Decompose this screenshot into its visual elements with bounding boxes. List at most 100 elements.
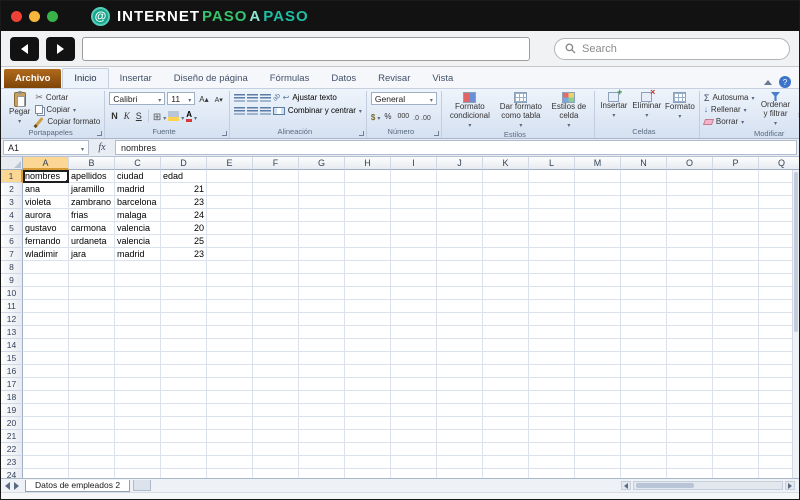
cell-O11[interactable]: [667, 300, 713, 313]
cell-J23[interactable]: [437, 456, 483, 469]
cell-I24[interactable]: [391, 469, 437, 478]
cell-A24[interactable]: [23, 469, 69, 478]
cell-F21[interactable]: [253, 430, 299, 443]
cell-B17[interactable]: [69, 378, 115, 391]
cell-L8[interactable]: [529, 261, 575, 274]
row-header-12[interactable]: 12: [1, 313, 23, 326]
cell-K17[interactable]: [483, 378, 529, 391]
cell-D9[interactable]: [161, 274, 207, 287]
cell-M9[interactable]: [575, 274, 621, 287]
cell-O14[interactable]: [667, 339, 713, 352]
cell-L1[interactable]: [529, 170, 575, 183]
cell-F6[interactable]: [253, 235, 299, 248]
cell-H12[interactable]: [345, 313, 391, 326]
cell-O4[interactable]: [667, 209, 713, 222]
cell-A4[interactable]: aurora: [23, 209, 69, 222]
cell-O10[interactable]: [667, 287, 713, 300]
column-header-J[interactable]: J: [437, 157, 483, 170]
cell-C12[interactable]: [115, 313, 161, 326]
next-sheet-icon[interactable]: [14, 481, 19, 490]
cell-P2[interactable]: [713, 183, 759, 196]
cell-C8[interactable]: [115, 261, 161, 274]
percent-format-button[interactable]: %: [382, 112, 393, 121]
cell-B20[interactable]: [69, 417, 115, 430]
cell-J21[interactable]: [437, 430, 483, 443]
cell-D13[interactable]: [161, 326, 207, 339]
cell-C6[interactable]: valencia: [115, 235, 161, 248]
cell-O8[interactable]: [667, 261, 713, 274]
help-icon[interactable]: [779, 76, 791, 88]
cell-A21[interactable]: [23, 430, 69, 443]
cell-L21[interactable]: [529, 430, 575, 443]
cell-A12[interactable]: [23, 313, 69, 326]
cell-A7[interactable]: wladimir: [23, 248, 69, 261]
cell-H14[interactable]: [345, 339, 391, 352]
cell-D21[interactable]: [161, 430, 207, 443]
cell-J18[interactable]: [437, 391, 483, 404]
cell-I14[interactable]: [391, 339, 437, 352]
cell-G6[interactable]: [299, 235, 345, 248]
cell-O21[interactable]: [667, 430, 713, 443]
cell-E3[interactable]: [207, 196, 253, 209]
cell-M1[interactable]: [575, 170, 621, 183]
cell-D2[interactable]: 21: [161, 183, 207, 196]
cell-H1[interactable]: [345, 170, 391, 183]
cell-E15[interactable]: [207, 352, 253, 365]
cell-J20[interactable]: [437, 417, 483, 430]
cell-H6[interactable]: [345, 235, 391, 248]
cell-K1[interactable]: [483, 170, 529, 183]
cell-N24[interactable]: [621, 469, 667, 478]
cell-B3[interactable]: zambrano: [69, 196, 115, 209]
row-header-5[interactable]: 5: [1, 222, 23, 235]
cell-O20[interactable]: [667, 417, 713, 430]
cell-F8[interactable]: [253, 261, 299, 274]
cell-O1[interactable]: [667, 170, 713, 183]
tab-insertar[interactable]: Insertar: [109, 69, 163, 88]
cell-B1[interactable]: apellidos: [69, 170, 115, 183]
cell-K15[interactable]: [483, 352, 529, 365]
insert-cells-button[interactable]: Insertar: [599, 89, 629, 120]
cell-O15[interactable]: [667, 352, 713, 365]
cell-N1[interactable]: [621, 170, 667, 183]
cell-L15[interactable]: [529, 352, 575, 365]
cell-K10[interactable]: [483, 287, 529, 300]
cell-M20[interactable]: [575, 417, 621, 430]
cell-N19[interactable]: [621, 404, 667, 417]
cell-H3[interactable]: [345, 196, 391, 209]
shrink-font-button[interactable]: [213, 94, 225, 104]
cell-M23[interactable]: [575, 456, 621, 469]
cell-B23[interactable]: [69, 456, 115, 469]
cell-J22[interactable]: [437, 443, 483, 456]
cell-M3[interactable]: [575, 196, 621, 209]
cell-F20[interactable]: [253, 417, 299, 430]
cell-D4[interactable]: 24: [161, 209, 207, 222]
cell-A10[interactable]: [23, 287, 69, 300]
cell-H23[interactable]: [345, 456, 391, 469]
row-header-4[interactable]: 4: [1, 209, 23, 222]
cell-B6[interactable]: urdaneta: [69, 235, 115, 248]
cell-F19[interactable]: [253, 404, 299, 417]
cell-G2[interactable]: [299, 183, 345, 196]
cell-E13[interactable]: [207, 326, 253, 339]
scroll-left-button[interactable]: [621, 481, 631, 490]
cell-E6[interactable]: [207, 235, 253, 248]
cell-K3[interactable]: [483, 196, 529, 209]
cell-N16[interactable]: [621, 365, 667, 378]
cell-A17[interactable]: [23, 378, 69, 391]
cell-B14[interactable]: [69, 339, 115, 352]
cell-H16[interactable]: [345, 365, 391, 378]
cell-B24[interactable]: [69, 469, 115, 478]
cell-I16[interactable]: [391, 365, 437, 378]
cell-D19[interactable]: [161, 404, 207, 417]
row-header-20[interactable]: 20: [1, 417, 23, 430]
column-header-F[interactable]: F: [253, 157, 299, 170]
cell-K7[interactable]: [483, 248, 529, 261]
cell-H22[interactable]: [345, 443, 391, 456]
cell-N14[interactable]: [621, 339, 667, 352]
tab-vista[interactable]: Vista: [421, 69, 464, 88]
cell-J3[interactable]: [437, 196, 483, 209]
grow-font-button[interactable]: [197, 94, 210, 104]
italic-button[interactable]: K: [122, 111, 132, 121]
cell-K14[interactable]: [483, 339, 529, 352]
cell-E21[interactable]: [207, 430, 253, 443]
